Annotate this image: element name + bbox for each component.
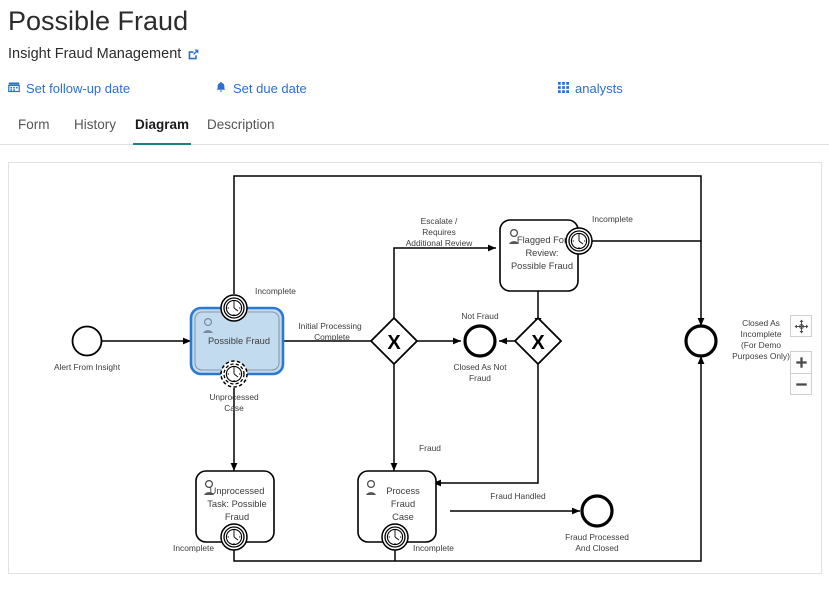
external-link-icon[interactable]: [187, 48, 200, 61]
set-followup-date-button[interactable]: Set follow-up date: [8, 81, 130, 96]
fit-to-screen-button[interactable]: [790, 315, 812, 337]
tab-diagram[interactable]: Diagram: [133, 114, 192, 145]
flow-label-fraud-handled: Fraud Handled: [490, 491, 546, 501]
minus-icon: [795, 382, 807, 386]
flow-label-escalate-line3: Additional Review: [406, 238, 474, 248]
calendar-icon: [8, 81, 20, 96]
start-event-alert-from-insight[interactable]: [71, 325, 103, 357]
task-process-fraud-label-line1: Process: [386, 486, 420, 496]
boundary-incomplete-label-2: Incomplete: [592, 214, 633, 224]
grid-apps-icon: [558, 81, 569, 96]
bell-icon: [215, 81, 227, 96]
flow-bottom-rail-to-closed-incomplete: [233, 356, 705, 562]
end-event-closed-as-incomplete[interactable]: [684, 324, 718, 358]
quick-actions-bar: Set follow-up date Set due date analysts: [8, 81, 829, 103]
end-not-fraud-label-line2: Fraud: [469, 373, 491, 383]
end-event-closed-as-not-fraud[interactable]: [463, 324, 497, 358]
subtitle-row: Insight Fraud Management: [8, 46, 200, 62]
end-incomplete-label-line3: (For Demo: [741, 340, 781, 350]
end-incomplete-label-line4: Purposes Only): [732, 351, 790, 361]
boundary-timer-incomplete-process-fraud[interactable]: [381, 523, 409, 551]
flow-label-not-fraud: Not Fraud: [461, 311, 499, 321]
boundary-timer-incomplete-possible-fraud[interactable]: [220, 294, 248, 322]
end-not-fraud-label-line1: Closed As Not: [453, 362, 507, 372]
task-flagged-label-line1: Flagged For: [517, 235, 567, 245]
flow-label-escalate-line1: Escalate /: [421, 216, 458, 226]
gateway-1-symbol: X: [387, 332, 401, 354]
boundary-incomplete-label-3: Incomplete: [173, 543, 214, 553]
zoom-out-button[interactable]: [790, 373, 812, 395]
gateway-2-symbol: X: [531, 332, 545, 354]
set-followup-date-label: Set follow-up date: [26, 81, 131, 96]
start-event-label: Alert From Insight: [54, 362, 121, 372]
task-possible-fraud-label: Possible Fraud: [208, 336, 270, 346]
flow-label-initial-processing-line2: Complete: [314, 332, 350, 342]
boundary-timer-unprocessed-case[interactable]: [220, 360, 248, 388]
tab-form[interactable]: Form: [16, 114, 52, 145]
end-fraud-processed-label-line2: And Closed: [575, 543, 619, 553]
parent-record-label: Insight Fraud Management: [8, 46, 182, 62]
flow-incomplete-to-closed-incomplete: [233, 175, 705, 326]
boundary-timer-incomplete-flagged[interactable]: [565, 227, 593, 255]
set-due-date-button[interactable]: Set due date: [215, 81, 307, 96]
flow-label-fraud: Fraud: [419, 443, 441, 453]
fit-to-screen-icon: [794, 319, 808, 333]
task-unprocessed-label-line2: Task: Possible: [207, 499, 266, 509]
task-process-fraud-label-line2: Fraud: [391, 499, 415, 509]
bpmn-diagram-canvas[interactable]: Alert From Insight Possible Fraud Incomp…: [9, 163, 823, 575]
flow-label-escalate-line2: Requires: [422, 227, 456, 237]
end-incomplete-label-line1: Closed As: [742, 318, 780, 328]
boundary-timer-incomplete-unprocessed[interactable]: [220, 523, 248, 551]
tab-bar: Form History Diagram Description: [0, 114, 829, 145]
task-process-fraud-label-line3: Case: [392, 512, 414, 522]
tab-description[interactable]: Description: [205, 114, 277, 145]
flow-label-initial-processing-line1: Initial Processing: [298, 321, 362, 331]
page-root: Possible Fraud Insight Fraud Management: [0, 0, 829, 598]
analysts-button[interactable]: analysts: [558, 81, 623, 96]
end-event-fraud-processed-and-closed[interactable]: [580, 494, 614, 528]
task-flagged-label-line3: Possible Fraud: [511, 261, 573, 271]
task-unprocessed-label-line3: Fraud: [225, 512, 249, 522]
boundary-incomplete-label-4: Incomplete: [413, 543, 454, 553]
page-title: Possible Fraud: [8, 6, 189, 36]
boundary-incomplete-label-1: Incomplete: [255, 286, 296, 296]
flow-gateway2-to-process-fraud: [446, 364, 539, 484]
diagram-zoom-controls: [790, 315, 812, 395]
set-due-date-label: Set due date: [233, 81, 307, 96]
plus-icon: [795, 357, 807, 368]
end-fraud-processed-label-line1: Fraud Processed: [565, 532, 629, 542]
zoom-in-button[interactable]: [790, 351, 812, 373]
analysts-label: analysts: [575, 81, 623, 96]
diagram-panel[interactable]: Alert From Insight Possible Fraud Incomp…: [8, 162, 822, 574]
tab-history[interactable]: History: [72, 114, 118, 145]
task-unprocessed-label-line1: Unprocessed: [210, 486, 265, 496]
boundary-unprocessed-case-label-line1: Unprocessed: [209, 392, 259, 402]
end-incomplete-label-line2: Incomplete: [741, 329, 782, 339]
task-flagged-label-line2: Review:: [525, 248, 558, 258]
boundary-unprocessed-case-label-line2: Case: [224, 403, 244, 413]
